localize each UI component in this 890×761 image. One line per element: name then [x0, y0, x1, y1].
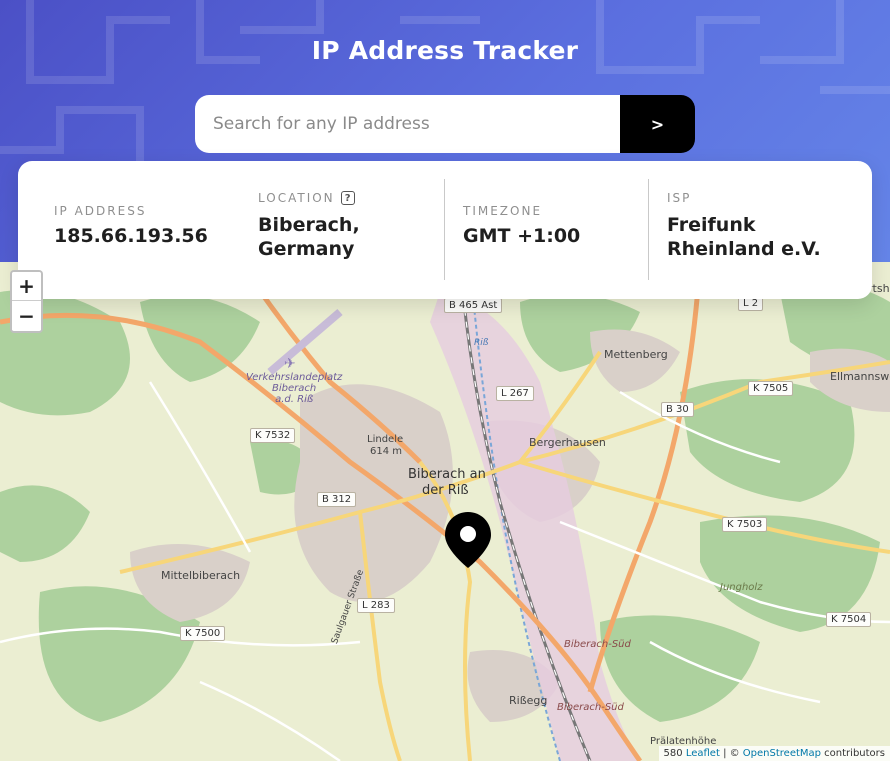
- location-city: Biberach,: [258, 214, 360, 236]
- leaflet-link[interactable]: Leaflet: [686, 748, 720, 759]
- timezone-section: TIMEZONE GMT +1:00: [463, 204, 643, 248]
- page-title: IP Address Tracker: [311, 36, 579, 65]
- river-label: Riß: [474, 338, 489, 348]
- ip-info-card: IP ADDRESS 185.66.193.56 LOCATION ? Bibe…: [18, 161, 872, 299]
- zoom-control: + −: [10, 270, 43, 333]
- ip-search-input[interactable]: [195, 95, 620, 153]
- map-attribution: 580 Leaflet | © OpenStreetMap contributo…: [658, 746, 890, 761]
- search-submit-button[interactable]: >: [620, 95, 695, 153]
- place-label: Verkehrslandeplatz Biberach a.d. Riß: [246, 372, 343, 405]
- divider: [648, 179, 649, 280]
- road-shield: K 7503: [722, 517, 768, 532]
- road-shield: L 283: [357, 598, 395, 613]
- road-shield: B 312: [317, 492, 357, 507]
- location-label: LOCATION: [258, 191, 335, 205]
- road-shield: B 30: [661, 402, 694, 417]
- road-shield: K 7532: [250, 428, 296, 443]
- road-shield: K 7504: [826, 612, 872, 627]
- search-bar: >: [195, 95, 695, 153]
- isp-value: Freifunk Rheinland e.V.: [667, 213, 857, 261]
- openstreetmap-link[interactable]: OpenStreetMap: [743, 748, 821, 759]
- isp-value-line1: Freifunk: [667, 214, 756, 236]
- road-shield: K 7505: [748, 381, 794, 396]
- svg-text:✈: ✈: [284, 356, 296, 372]
- ip-address-section: IP ADDRESS 185.66.193.56: [54, 204, 244, 248]
- timezone-value: GMT +1:00: [463, 225, 581, 247]
- location-pin-icon[interactable]: [445, 512, 491, 572]
- zoom-in-button[interactable]: +: [12, 272, 41, 301]
- isp-value-line2: Rheinland e.V.: [667, 238, 821, 260]
- isp-section: ISP Freifunk Rheinland e.V.: [667, 191, 857, 261]
- location-label-row: LOCATION ?: [258, 191, 428, 205]
- place-label: 614 m: [370, 446, 403, 457]
- ip-address-label: IP ADDRESS: [54, 204, 147, 218]
- timezone-label: TIMEZONE: [463, 204, 543, 218]
- road-shield: B 465 Ast: [444, 298, 503, 313]
- place-label: Biberach-Süd: [564, 639, 631, 650]
- divider: [444, 179, 445, 280]
- zoom-out-button[interactable]: −: [12, 301, 41, 330]
- place-label: Biberach an: [408, 467, 486, 482]
- place-label: Lindele: [367, 434, 404, 445]
- location-value: Biberach, Germany: [258, 213, 428, 261]
- place-label: Rißegg: [509, 694, 548, 707]
- location-section: LOCATION ? Biberach, Germany: [258, 191, 428, 261]
- place-label: Ellmannswe: [830, 370, 890, 383]
- location-country: Germany: [258, 238, 355, 260]
- question-icon[interactable]: ?: [340, 191, 355, 205]
- isp-label: ISP: [667, 191, 692, 205]
- road-shield: K 7500: [180, 626, 226, 641]
- place-label: Biberach-Süd: [557, 702, 624, 713]
- ip-address-value: 185.66.193.56: [54, 225, 208, 247]
- place-label: Bergerhausen: [529, 436, 606, 449]
- road-shield: L 267: [496, 386, 534, 401]
- place-label: Mittelbiberach: [161, 569, 241, 582]
- place-label: der Riß: [422, 483, 469, 498]
- place-label: Jungholz: [720, 582, 763, 593]
- place-label: Mettenberg: [604, 348, 668, 361]
